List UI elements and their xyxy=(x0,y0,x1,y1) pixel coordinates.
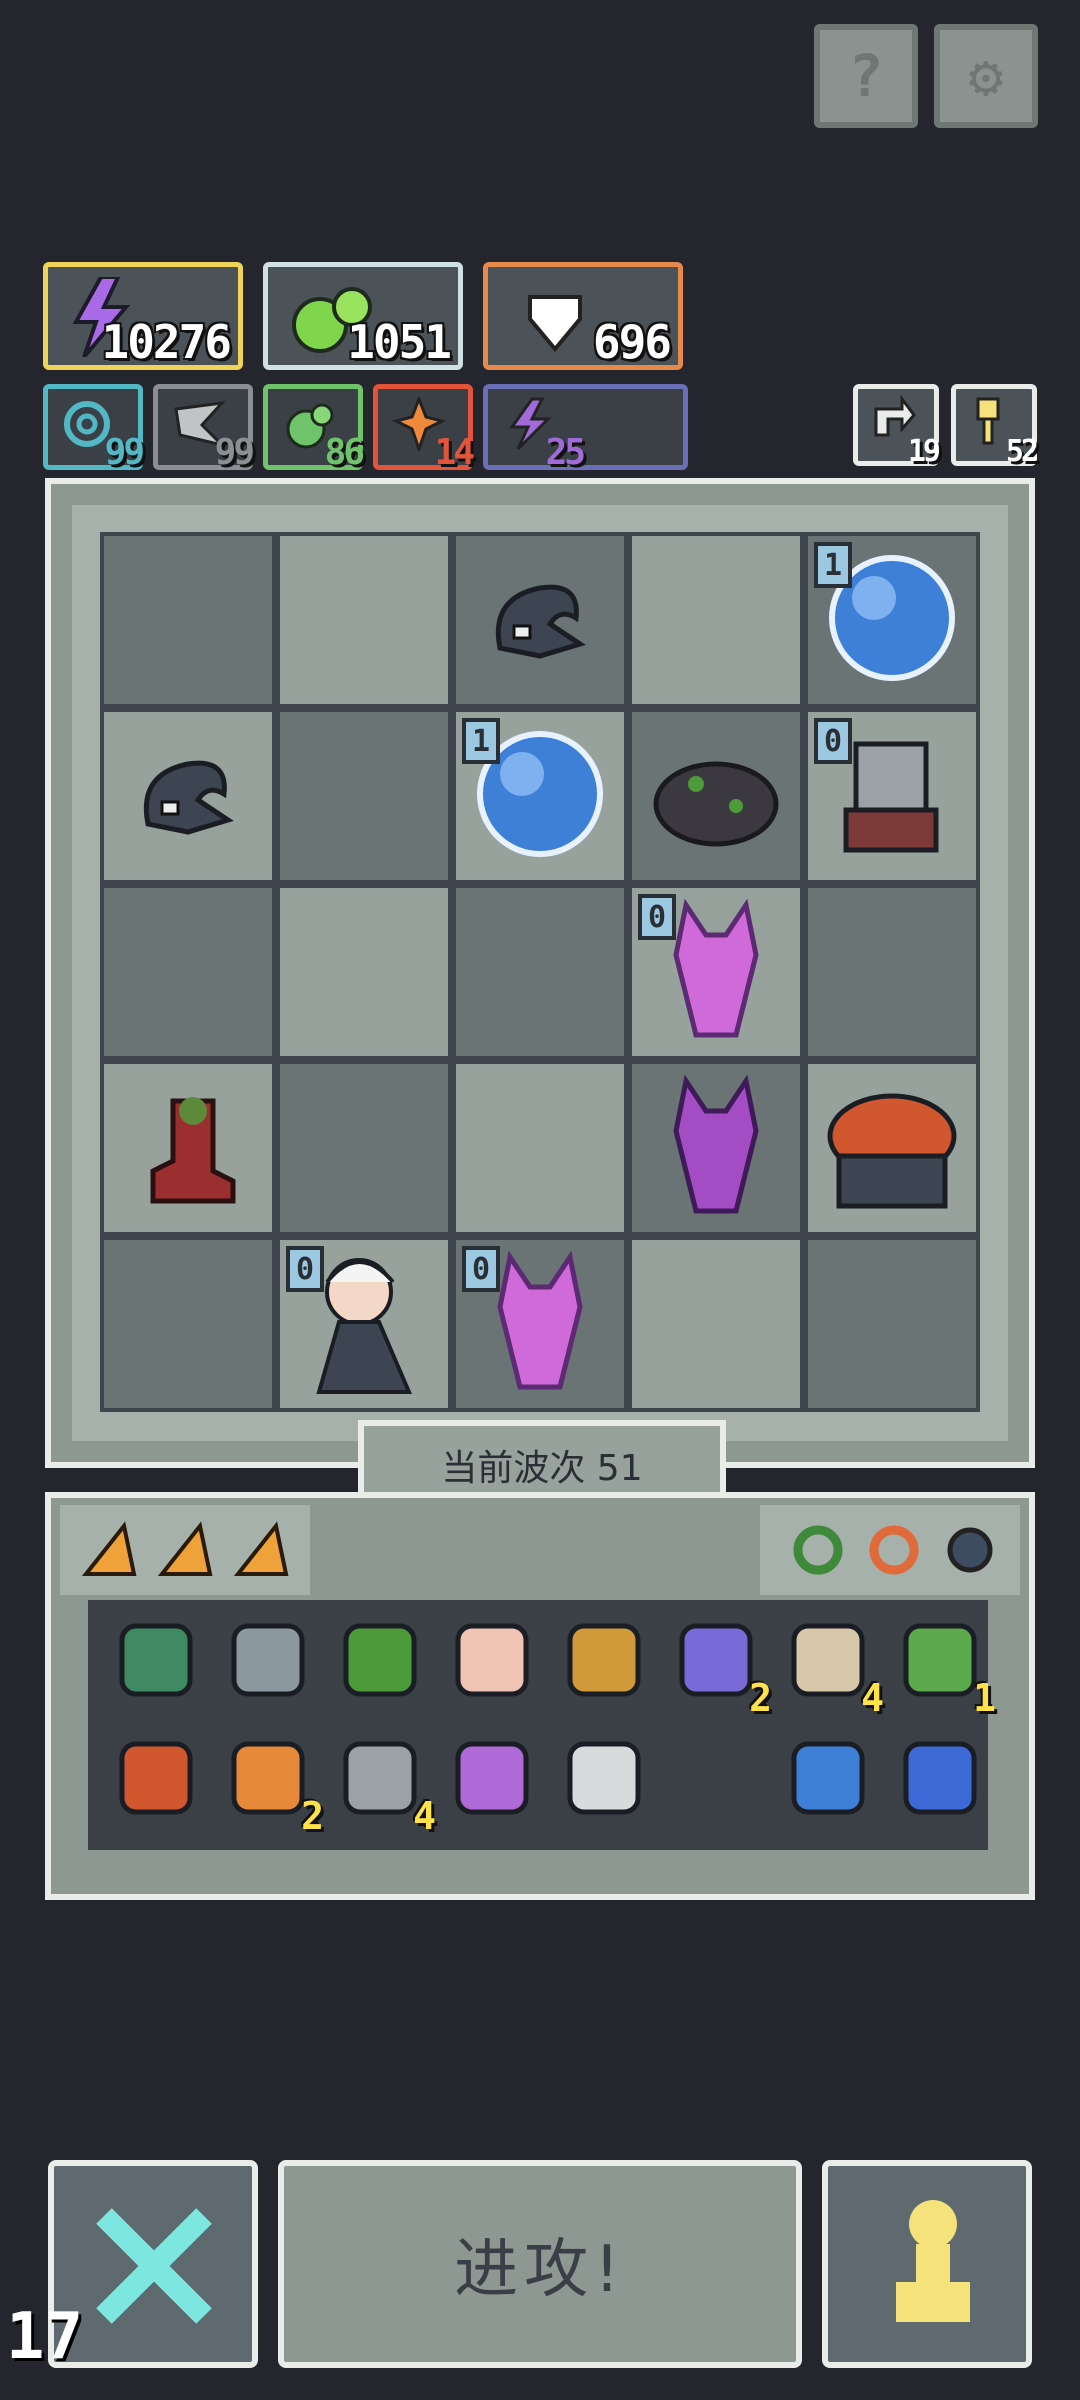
pawn-button[interactable] xyxy=(822,2160,1032,2368)
axe-icon[interactable] xyxy=(330,1610,430,1710)
swirl-count: 99 xyxy=(104,432,145,473)
stat-swirl: 99 xyxy=(43,384,145,473)
board-cell[interactable]: 0 xyxy=(628,884,804,1060)
resource-seeds: 1051 xyxy=(263,262,463,370)
stat-seed: 86 xyxy=(263,384,365,473)
board-cell[interactable] xyxy=(276,532,452,708)
board-cell[interactable] xyxy=(276,708,452,884)
help-button[interactable]: ? xyxy=(814,24,918,128)
cheese-icon[interactable] xyxy=(232,1520,292,1584)
empty-icon xyxy=(666,1728,766,1828)
board-cell[interactable] xyxy=(628,708,804,884)
seeds-count: 1051 xyxy=(347,315,452,369)
heart-icon xyxy=(528,295,582,353)
board-cell[interactable]: 0 xyxy=(276,1236,452,1412)
help-icon: ? xyxy=(848,42,884,110)
board-cell[interactable] xyxy=(628,1060,804,1236)
corner-counter: 17 xyxy=(6,2300,84,2374)
attack-label: 进攻! xyxy=(454,2233,626,2307)
board-cell[interactable] xyxy=(276,1060,452,1236)
demon2-icon xyxy=(646,1071,786,1225)
ring-green-icon[interactable] xyxy=(788,1520,848,1584)
board-cell[interactable] xyxy=(804,884,980,1060)
level-badge: 1 xyxy=(462,718,500,764)
board-cell[interactable] xyxy=(804,1236,980,1412)
gear-icon: ⚙ xyxy=(968,42,1004,110)
level-badge: 0 xyxy=(462,1246,500,1292)
cycle-count: 19 xyxy=(907,434,941,469)
board-cell[interactable] xyxy=(452,1060,628,1236)
helmet-icon[interactable] xyxy=(106,1610,206,1710)
counter-cycle: 19 xyxy=(853,384,941,469)
cheese-icon[interactable] xyxy=(80,1520,140,1584)
wind-count: 99 xyxy=(214,432,255,473)
drop-icon[interactable] xyxy=(778,1728,878,1828)
hood-icon xyxy=(480,568,600,672)
ring-blue-icon[interactable] xyxy=(940,1520,1000,1584)
attack-button[interactable]: 进攻! xyxy=(278,2160,802,2368)
toad-icon xyxy=(817,1076,967,1220)
level-badge: 0 xyxy=(814,718,852,764)
board-cell[interactable] xyxy=(100,1060,276,1236)
settings-button[interactable]: ⚙ xyxy=(934,24,1038,128)
bolt-count: 25 xyxy=(545,432,586,473)
close-icon xyxy=(96,2208,212,2324)
egg-icon[interactable] xyxy=(554,1728,654,1828)
hood-icon xyxy=(128,744,248,848)
item-quantity: 4 xyxy=(413,1794,436,1838)
board-cell[interactable] xyxy=(452,532,628,708)
item-quantity: 1 xyxy=(973,1676,996,1720)
level-badge: 0 xyxy=(638,894,676,940)
energy-count: 10276 xyxy=(101,315,232,369)
board-cell[interactable]: 1 xyxy=(452,708,628,884)
board-cell[interactable]: 0 xyxy=(804,708,980,884)
ring-orange-icon[interactable] xyxy=(864,1520,924,1584)
rock-icon xyxy=(646,734,786,858)
board-cell[interactable]: 0 xyxy=(452,1236,628,1412)
cheese-icon[interactable] xyxy=(156,1520,216,1584)
arrow-icon[interactable] xyxy=(442,1728,542,1828)
board-cell[interactable] xyxy=(276,884,452,1060)
seed-count: 86 xyxy=(324,432,365,473)
counter-key: 52 xyxy=(951,384,1039,469)
resource-heart: 696 xyxy=(483,262,683,370)
board-cell[interactable] xyxy=(452,884,628,1060)
rune-icon[interactable] xyxy=(890,1728,990,1828)
vine-icon[interactable]: 1 xyxy=(890,1610,996,1720)
board-cell[interactable] xyxy=(804,1060,980,1236)
board-cell[interactable] xyxy=(100,884,276,1060)
scroll-icon[interactable]: 4 xyxy=(778,1610,884,1720)
stat-wind: 99 xyxy=(153,384,255,473)
crown-icon[interactable] xyxy=(554,1610,654,1710)
board-cell[interactable] xyxy=(100,708,276,884)
heart-count: 696 xyxy=(592,315,672,369)
board-cell[interactable] xyxy=(100,1236,276,1412)
resource-energy: 10276 xyxy=(43,262,243,370)
item-quantity: 2 xyxy=(749,1676,772,1720)
stat-fire: 14 xyxy=(373,384,475,473)
key-count: 52 xyxy=(1005,434,1039,469)
item-quantity: 4 xyxy=(861,1676,884,1720)
board-cell[interactable] xyxy=(100,532,276,708)
torch-icon[interactable]: 2 xyxy=(218,1728,324,1838)
hand-icon[interactable] xyxy=(442,1610,542,1710)
level-badge: 1 xyxy=(814,542,852,588)
item-quantity: 2 xyxy=(301,1794,324,1838)
chest-icon[interactable] xyxy=(106,1728,206,1828)
pawn-icon xyxy=(896,2200,970,2322)
fire-count: 14 xyxy=(434,432,475,473)
stat-bolt: 25 xyxy=(483,384,688,473)
board-grid: 1 1 0 0 0 0 xyxy=(100,532,980,1412)
hammer-icon[interactable] xyxy=(218,1610,318,1710)
boot-icon xyxy=(133,1081,243,1215)
level-badge: 0 xyxy=(286,1246,324,1292)
potion-icon[interactable]: 2 xyxy=(666,1610,772,1720)
board-cell[interactable] xyxy=(628,532,804,708)
board-cell[interactable] xyxy=(628,1236,804,1412)
machine-icon[interactable]: 4 xyxy=(330,1728,436,1838)
board-cell[interactable]: 1 xyxy=(804,532,980,708)
